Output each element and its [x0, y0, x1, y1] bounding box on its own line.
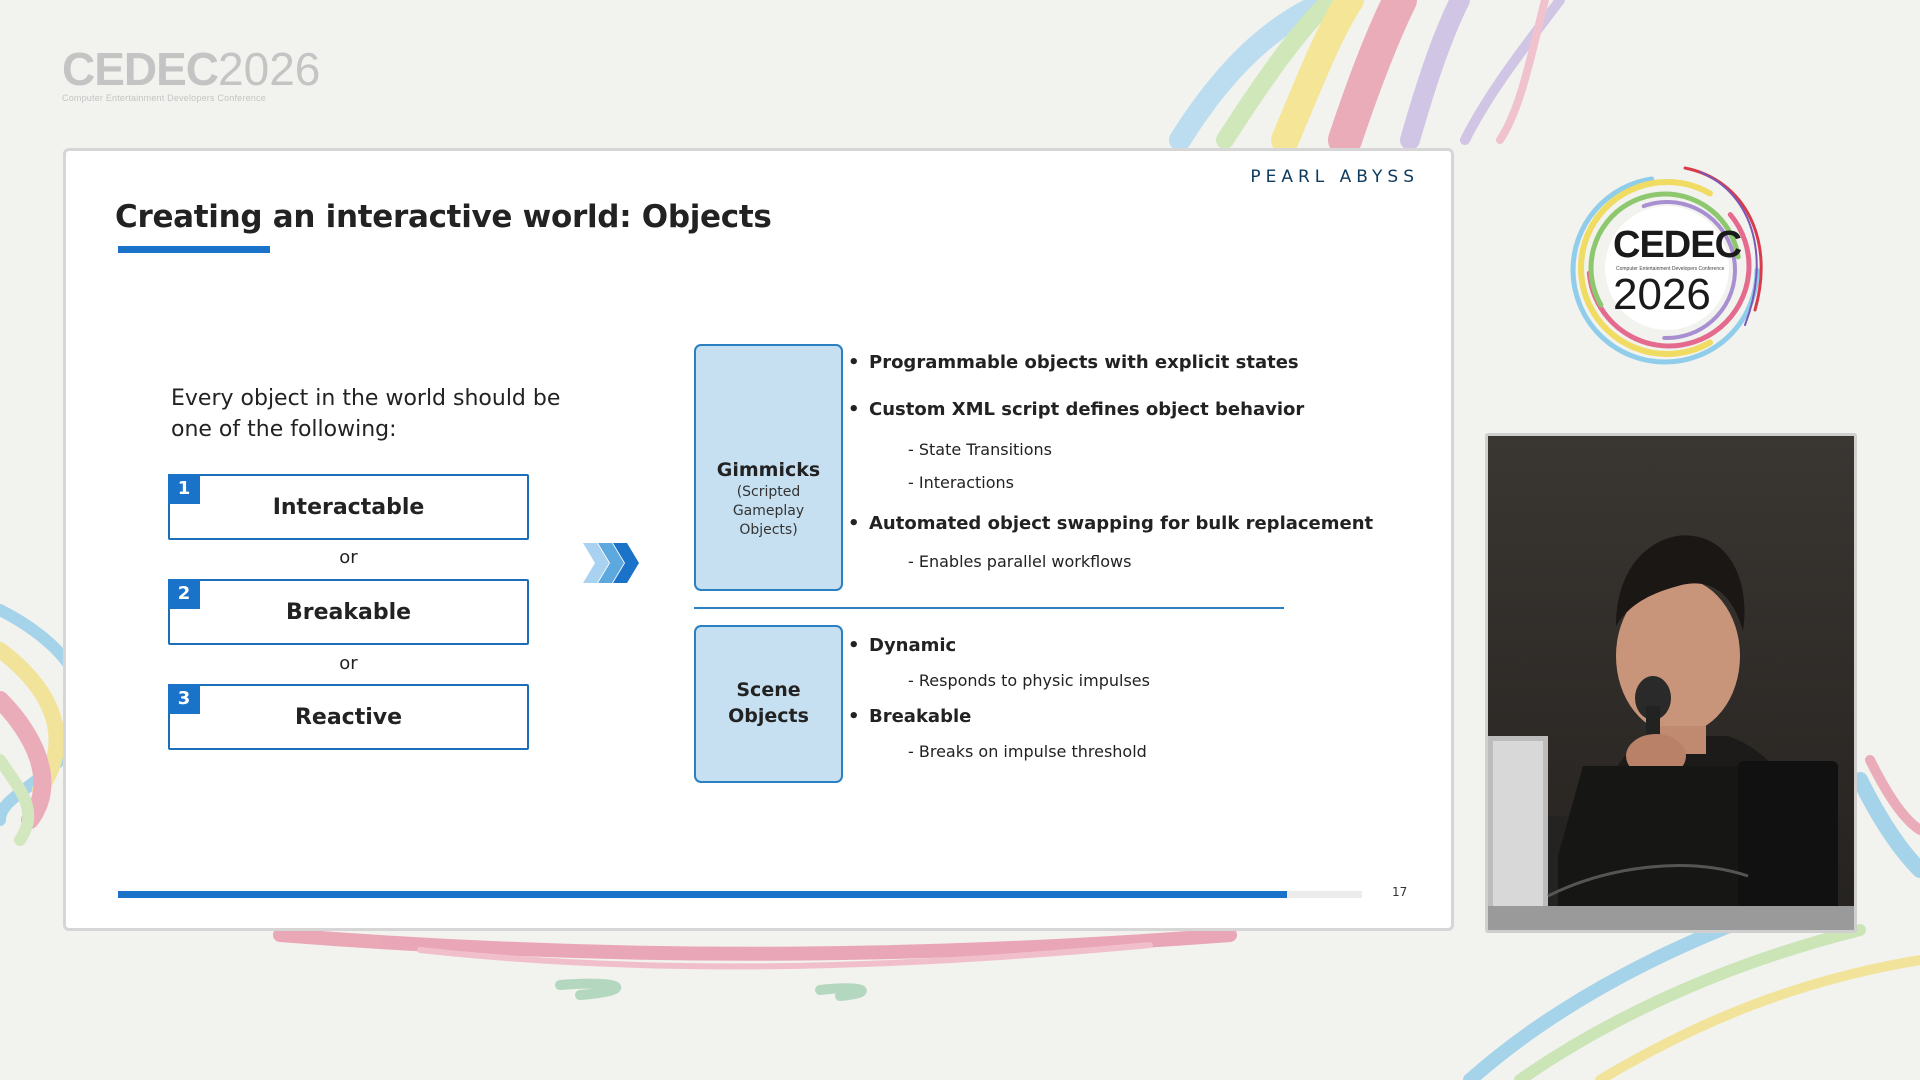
company-wordmark: PEARL ABYSS — [1250, 167, 1419, 187]
slide-progress-fill — [118, 891, 1288, 898]
category-title: Gimmicks — [716, 459, 821, 481]
type-box-breakable: 2 Breakable — [168, 579, 529, 645]
category-subtitle-line: Gameplay — [732, 503, 805, 519]
sub-bullet-item: - Interactions — [908, 473, 1014, 492]
bullet-dot: • — [848, 399, 860, 420]
type-label: Interactable — [272, 495, 425, 520]
event-logo-circle-wordmark: CEDEC — [1613, 224, 1742, 266]
bullet-item: • Dynamic — [848, 635, 957, 656]
slide-title: Creating an interactive world: Objects — [115, 199, 772, 235]
bullet-dot: • — [848, 706, 860, 727]
event-logo-circle-year: 2026 — [1613, 270, 1711, 319]
bullet-text: Custom XML script defines object behavio… — [869, 399, 1305, 420]
category-box-gimmicks: Gimmicks (Scripted Gameplay Objects) — [694, 344, 843, 591]
speaker-video-image — [1488, 436, 1854, 930]
type-box-reactive: 3 Reactive — [168, 684, 529, 750]
bullet-text: Breakable — [869, 706, 972, 727]
bullet-text: Programmable objects with explicit state… — [869, 352, 1299, 373]
bullet-dot: • — [848, 513, 860, 534]
category-subtitle-line: Objects) — [739, 522, 798, 538]
title-underline — [118, 246, 270, 253]
category-subtitle-line: (Scripted — [736, 484, 801, 500]
bullet-dot: • — [848, 352, 860, 373]
category-box-scene-objects: Scene Objects — [694, 625, 843, 783]
event-logo-circle: CEDEC Computer Entertainment Developers … — [1565, 160, 1775, 370]
bullet-text: Dynamic — [869, 635, 957, 656]
bullet-item: • Breakable — [848, 706, 972, 727]
sub-bullet-item: - Enables parallel workflows — [908, 552, 1132, 571]
type-label: Reactive — [294, 705, 403, 730]
event-logo-top: CEDEC2026 Computer Entertainment Develop… — [62, 46, 320, 103]
bullet-item: • Programmable objects with explicit sta… — [848, 352, 1299, 373]
bullet-item: • Custom XML script defines object behav… — [848, 399, 1305, 420]
bullet-item: • Automated object swapping for bulk rep… — [848, 513, 1374, 534]
sub-bullet-item: - Responds to physic impulses — [908, 671, 1150, 690]
presentation-slide: PEARL ABYSS Creating an interactive worl… — [63, 148, 1454, 931]
sub-bullet-item: - Breaks on impulse threshold — [908, 742, 1147, 761]
or-separator: or — [339, 547, 358, 568]
or-separator: or — [339, 653, 358, 674]
category-title-line: Scene — [736, 679, 801, 701]
event-logo-top-wordmark: CEDEC2026 — [62, 43, 321, 95]
section-divider — [694, 607, 1284, 609]
bullet-text: Automated object swapping for bulk repla… — [869, 513, 1374, 534]
type-box-interactable: 1 Interactable — [168, 474, 529, 540]
bullet-dot: • — [848, 635, 860, 656]
category-title-line: Objects — [728, 705, 809, 727]
page-number: 17 — [1392, 885, 1408, 899]
triple-chevron-right-icon — [583, 543, 639, 583]
slide-progress-bar — [118, 891, 1362, 898]
speaker-video-feed — [1485, 433, 1857, 933]
sub-bullet-item: - State Transitions — [908, 440, 1053, 459]
type-label: Breakable — [285, 600, 412, 625]
intro-text: Every object in the world should be one … — [171, 386, 561, 442]
